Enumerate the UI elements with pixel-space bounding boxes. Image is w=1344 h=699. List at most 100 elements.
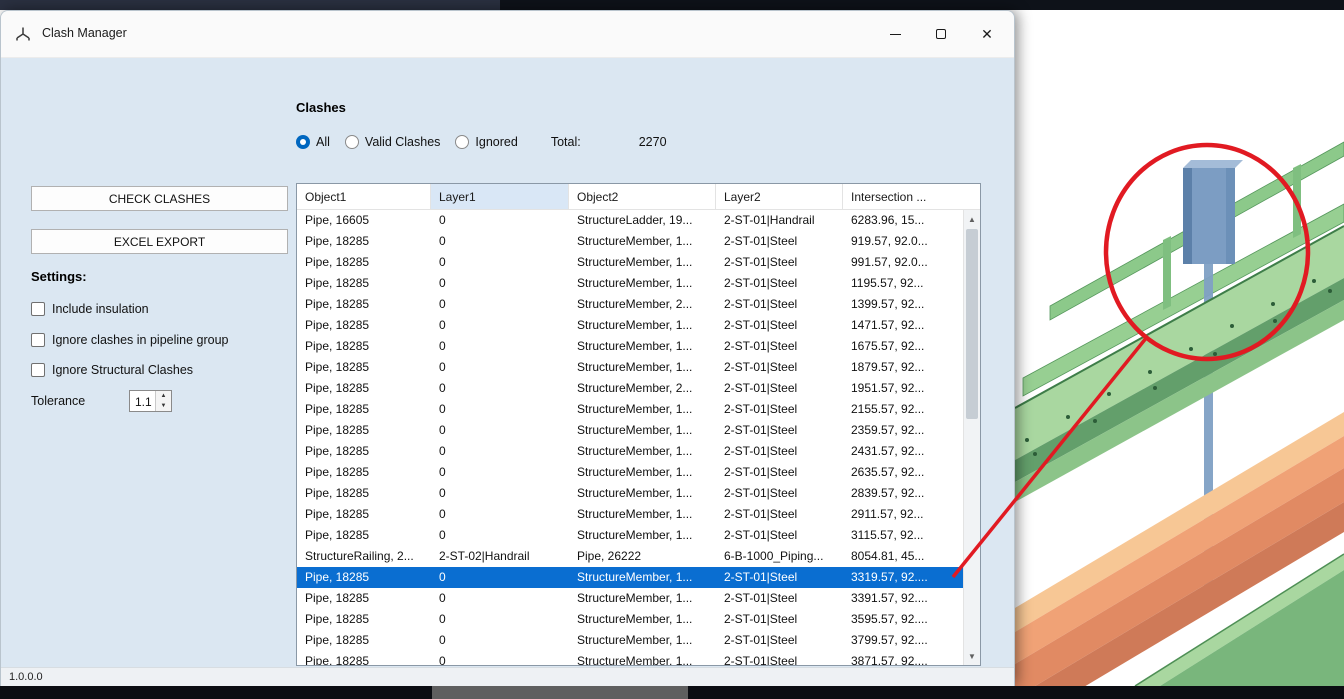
clash-table-body: Pipe, 166050StructureLadder, 19...2-ST-0…	[297, 210, 963, 665]
checkbox-ignore-structural[interactable]: Ignore Structural Clashes	[31, 363, 193, 377]
table-cell: Pipe, 18285	[297, 378, 431, 399]
table-row[interactable]: Pipe, 182850StructureMember, 1...2-ST-01…	[297, 399, 963, 420]
table-row[interactable]: Pipe, 182850StructureMember, 1...2-ST-01…	[297, 231, 963, 252]
table-cell: StructureMember, 1...	[569, 315, 716, 336]
table-cell: 2-ST-01|Steel	[716, 609, 843, 630]
table-row[interactable]: StructureRailing, 2...2-ST-02|HandrailPi…	[297, 546, 963, 567]
table-cell: 0	[431, 483, 569, 504]
radio-valid-clashes[interactable]: Valid Clashes	[345, 135, 441, 149]
table-cell: 2155.57, 92...	[843, 399, 963, 420]
table-row[interactable]: Pipe, 182850StructureMember, 1...2-ST-01…	[297, 273, 963, 294]
table-row[interactable]: Pipe, 182850StructureMember, 1...2-ST-01…	[297, 483, 963, 504]
table-cell: 2359.57, 92...	[843, 420, 963, 441]
table-row[interactable]: Pipe, 182850StructureMember, 1...2-ST-01…	[297, 567, 963, 588]
table-row[interactable]: Pipe, 182850StructureMember, 2...2-ST-01…	[297, 378, 963, 399]
table-cell: 0	[431, 252, 569, 273]
table-cell: StructureMember, 1...	[569, 630, 716, 651]
table-row[interactable]: Pipe, 182850StructureMember, 1...2-ST-01…	[297, 252, 963, 273]
table-cell: 2-ST-01|Steel	[716, 399, 843, 420]
checkbox-ignore-pipeline-group[interactable]: Ignore clashes in pipeline group	[31, 333, 229, 347]
table-cell: 0	[431, 441, 569, 462]
tolerance-up-button[interactable]: ▲	[156, 391, 171, 401]
column-header-layer1[interactable]: Layer1	[431, 184, 569, 209]
radio-icon	[455, 135, 469, 149]
table-cell: Pipe, 18285	[297, 630, 431, 651]
table-cell: Pipe, 18285	[297, 609, 431, 630]
radio-ignored[interactable]: Ignored	[455, 135, 517, 149]
maximize-button[interactable]	[918, 11, 964, 57]
table-cell: 2-ST-01|Steel	[716, 525, 843, 546]
table-cell: Pipe, 18285	[297, 651, 431, 665]
clash-filter-group: All Valid Clashes Ignored Total: 2270	[296, 131, 667, 153]
table-cell: StructureMember, 1...	[569, 252, 716, 273]
table-cell: StructureMember, 1...	[569, 651, 716, 665]
scrollbar-up-arrow[interactable]: ▲	[964, 211, 980, 227]
table-row[interactable]: Pipe, 182850StructureMember, 1...2-ST-01…	[297, 462, 963, 483]
table-cell: StructureRailing, 2...	[297, 546, 431, 567]
title-bar: Clash Manager ✕	[1, 11, 1014, 58]
table-scrollbar[interactable]: ▲ ▼	[963, 210, 980, 665]
table-cell: 0	[431, 609, 569, 630]
maximize-icon	[936, 29, 946, 39]
scrollbar-thumb[interactable]	[966, 229, 978, 419]
table-cell: StructureMember, 1...	[569, 504, 716, 525]
checkbox-icon	[31, 363, 45, 377]
excel-export-button[interactable]: EXCEL EXPORT	[31, 229, 288, 254]
table-row[interactable]: Pipe, 182850StructureMember, 1...2-ST-01…	[297, 357, 963, 378]
table-row[interactable]: Pipe, 182850StructureMember, 1...2-ST-01…	[297, 336, 963, 357]
table-row[interactable]: Pipe, 182850StructureMember, 1...2-ST-01…	[297, 609, 963, 630]
table-row[interactable]: Pipe, 182850StructureMember, 1...2-ST-01…	[297, 441, 963, 462]
table-row[interactable]: Pipe, 182850StructureMember, 1...2-ST-01…	[297, 525, 963, 546]
column-header-layer2[interactable]: Layer2	[716, 184, 843, 209]
table-cell: 2-ST-01|Steel	[716, 567, 843, 588]
tolerance-value[interactable]: 1.1	[130, 391, 155, 411]
table-cell: 2911.57, 92...	[843, 504, 963, 525]
cad-3d-viewport[interactable]	[1015, 10, 1344, 686]
table-row[interactable]: Pipe, 182850StructureMember, 1...2-ST-01…	[297, 420, 963, 441]
scrollbar-down-arrow[interactable]: ▼	[964, 648, 980, 664]
table-cell: StructureMember, 1...	[569, 231, 716, 252]
tolerance-stepper: 1.1 ▲ ▼	[129, 390, 172, 412]
column-header-object2[interactable]: Object2	[569, 184, 716, 209]
table-row[interactable]: Pipe, 166050StructureLadder, 19...2-ST-0…	[297, 210, 963, 231]
tolerance-down-button[interactable]: ▼	[156, 401, 171, 411]
table-cell: 2-ST-01|Steel	[716, 441, 843, 462]
table-row[interactable]: Pipe, 182850StructureMember, 1...2-ST-01…	[297, 630, 963, 651]
table-cell: 2-ST-01|Steel	[716, 336, 843, 357]
table-cell: Pipe, 18285	[297, 294, 431, 315]
table-row[interactable]: Pipe, 182850StructureMember, 1...2-ST-01…	[297, 504, 963, 525]
cad-3d-scene	[1015, 10, 1344, 686]
table-cell: 0	[431, 630, 569, 651]
table-cell: 2635.57, 92...	[843, 462, 963, 483]
table-cell: 1951.57, 92...	[843, 378, 963, 399]
table-cell: StructureMember, 1...	[569, 462, 716, 483]
close-button[interactable]: ✕	[964, 11, 1010, 57]
table-cell: 3115.57, 92...	[843, 525, 963, 546]
version-label: 1.0.0.0	[9, 671, 43, 683]
table-row[interactable]: Pipe, 182850StructureMember, 1...2-ST-01…	[297, 315, 963, 336]
table-cell: Pipe, 18285	[297, 525, 431, 546]
radio-label: All	[316, 135, 330, 149]
table-cell: 0	[431, 231, 569, 252]
table-cell: 2-ST-01|Handrail	[716, 210, 843, 231]
table-cell: Pipe, 18285	[297, 441, 431, 462]
table-cell: 3595.57, 92....	[843, 609, 963, 630]
check-clashes-button[interactable]: CHECK CLASHES	[31, 186, 288, 211]
checkbox-include-insulation[interactable]: Include insulation	[31, 302, 149, 316]
minimize-button[interactable]	[872, 11, 918, 57]
radio-all[interactable]: All	[296, 135, 330, 149]
table-cell: 2-ST-01|Steel	[716, 630, 843, 651]
table-cell: 3391.57, 92....	[843, 588, 963, 609]
column-header-intersection[interactable]: Intersection ...	[843, 184, 980, 209]
table-row[interactable]: Pipe, 182850StructureMember, 1...2-ST-01…	[297, 588, 963, 609]
table-cell: 0	[431, 336, 569, 357]
background-strip-bottom	[0, 686, 1344, 699]
table-cell: 2-ST-01|Steel	[716, 378, 843, 399]
table-cell: 6-B-1000_Piping...	[716, 546, 843, 567]
table-cell: StructureMember, 1...	[569, 525, 716, 546]
window-controls: ✕	[872, 11, 1010, 58]
table-row[interactable]: Pipe, 182850StructureMember, 2...2-ST-01…	[297, 294, 963, 315]
table-cell: 3319.57, 92....	[843, 567, 963, 588]
table-row[interactable]: Pipe, 182850StructureMember, 1...2-ST-01…	[297, 651, 963, 665]
column-header-object1[interactable]: Object1	[297, 184, 431, 209]
